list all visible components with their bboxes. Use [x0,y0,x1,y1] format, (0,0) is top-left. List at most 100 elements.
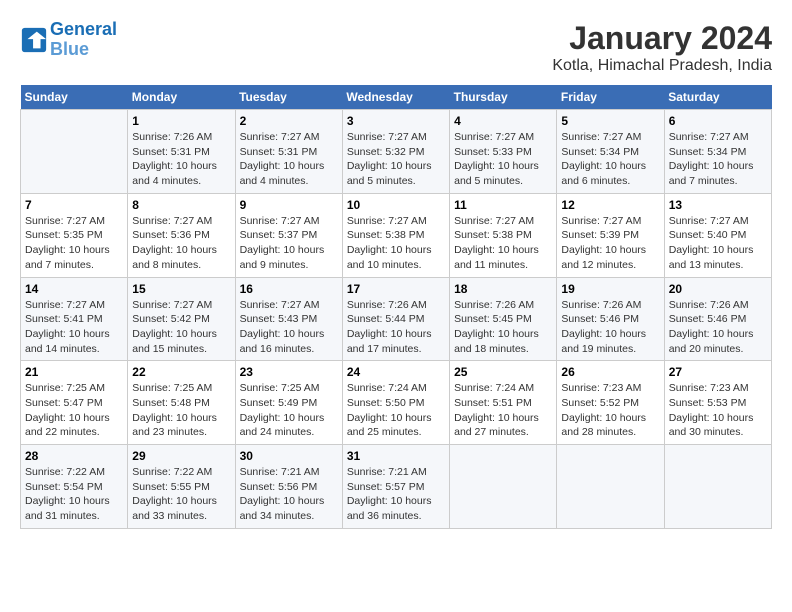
calendar-cell: 9 Sunrise: 7:27 AM Sunset: 5:37 PM Daylig… [235,193,342,277]
week-row-5: 28Sunrise: 7:22 AM Sunset: 5:54 PM Dayli… [21,445,772,529]
calendar-cell: 14 Sunrise: 7:27 AM Sunset: 5:41 PM Dayli… [21,277,128,361]
day-number: 29 [132,449,230,463]
cell-info: Sunrise: 7:27 AM Sunset: 5:37 PM Dayligh… [240,214,338,273]
calendar-cell: 17 Sunrise: 7:26 AM Sunset: 5:44 PM Dayli… [342,277,449,361]
day-number: 6 [669,114,767,128]
calendar-cell: 13Sunrise: 7:27 AM Sunset: 5:40 PM Dayli… [664,193,771,277]
week-row-2: 7Sunrise: 7:27 AM Sunset: 5:35 PM Daylig… [21,193,772,277]
day-number: 16 [240,282,338,296]
week-row-3: 14 Sunrise: 7:27 AM Sunset: 5:41 PM Dayli… [21,277,772,361]
day-number: 5 [561,114,659,128]
day-number: 10 [347,198,445,212]
week-row-4: 21Sunrise: 7:25 AM Sunset: 5:47 PM Dayli… [21,361,772,445]
day-number: 2 [240,114,338,128]
calendar-body: 1 Sunrise: 7:26 AM Sunset: 5:31 PM Daylig… [21,110,772,529]
cell-info: Sunrise: 7:26 AM Sunset: 5:46 PM Dayligh… [561,298,659,357]
page-header: General Blue January 2024 Kotla, Himacha… [20,20,772,75]
calendar-cell: 26Sunrise: 7:23 AM Sunset: 5:52 PM Dayli… [557,361,664,445]
calendar-cell: 31 Sunrise: 7:21 AM Sunset: 5:57 PM Dayli… [342,445,449,529]
calendar-cell [450,445,557,529]
calendar-cell: 28Sunrise: 7:22 AM Sunset: 5:54 PM Dayli… [21,445,128,529]
dow-wednesday: Wednesday [342,85,449,110]
calendar-cell: 29Sunrise: 7:22 AM Sunset: 5:55 PM Dayli… [128,445,235,529]
cell-info: Sunrise: 7:23 AM Sunset: 5:53 PM Dayligh… [669,381,767,440]
calendar-cell: 19 Sunrise: 7:26 AM Sunset: 5:46 PM Dayli… [557,277,664,361]
dow-friday: Friday [557,85,664,110]
cell-info: Sunrise: 7:27 AM Sunset: 5:36 PM Dayligh… [132,214,230,273]
cell-info: Sunrise: 7:27 AM Sunset: 5:40 PM Dayligh… [669,214,767,273]
day-number: 26 [561,365,659,379]
calendar-cell: 12Sunrise: 7:27 AM Sunset: 5:39 PM Dayli… [557,193,664,277]
calendar-cell: 1 Sunrise: 7:26 AM Sunset: 5:31 PM Daylig… [128,110,235,194]
calendar-cell: 11 Sunrise: 7:27 AM Sunset: 5:38 PM Dayli… [450,193,557,277]
week-row-1: 1 Sunrise: 7:26 AM Sunset: 5:31 PM Daylig… [21,110,772,194]
day-number: 9 [240,198,338,212]
calendar-cell: 2 Sunrise: 7:27 AM Sunset: 5:31 PM Daylig… [235,110,342,194]
location-title: Kotla, Himachal Pradesh, India [552,57,772,75]
day-number: 18 [454,282,552,296]
calendar-cell [21,110,128,194]
cell-info: Sunrise: 7:27 AM Sunset: 5:38 PM Dayligh… [454,214,552,273]
day-number: 19 [561,282,659,296]
cell-info: Sunrise: 7:27 AM Sunset: 5:33 PM Dayligh… [454,130,552,189]
cell-info: Sunrise: 7:24 AM Sunset: 5:51 PM Dayligh… [454,381,552,440]
calendar-cell: 18 Sunrise: 7:26 AM Sunset: 5:45 PM Dayli… [450,277,557,361]
calendar-cell: 22 Sunrise: 7:25 AM Sunset: 5:48 PM Dayli… [128,361,235,445]
cell-info: Sunrise: 7:27 AM Sunset: 5:42 PM Dayligh… [132,298,230,357]
calendar-cell [664,445,771,529]
calendar-cell: 10 Sunrise: 7:27 AM Sunset: 5:38 PM Dayli… [342,193,449,277]
cell-info: Sunrise: 7:21 AM Sunset: 5:56 PM Dayligh… [240,465,338,524]
cell-info: Sunrise: 7:27 AM Sunset: 5:38 PM Dayligh… [347,214,445,273]
cell-info: Sunrise: 7:27 AM Sunset: 5:34 PM Dayligh… [669,130,767,189]
calendar-cell: 24 Sunrise: 7:24 AM Sunset: 5:50 PM Dayli… [342,361,449,445]
calendar-cell: 21Sunrise: 7:25 AM Sunset: 5:47 PM Dayli… [21,361,128,445]
logo-line2: Blue [50,40,117,60]
cell-info: Sunrise: 7:26 AM Sunset: 5:45 PM Dayligh… [454,298,552,357]
calendar-cell: 16Sunrise: 7:27 AM Sunset: 5:43 PM Dayli… [235,277,342,361]
cell-info: Sunrise: 7:27 AM Sunset: 5:31 PM Dayligh… [240,130,338,189]
calendar-cell: 20 Sunrise: 7:26 AM Sunset: 5:46 PM Dayli… [664,277,771,361]
calendar-cell: 5Sunrise: 7:27 AM Sunset: 5:34 PM Daylig… [557,110,664,194]
day-number: 14 [25,282,123,296]
cell-info: Sunrise: 7:25 AM Sunset: 5:47 PM Dayligh… [25,381,123,440]
day-number: 17 [347,282,445,296]
day-number: 8 [132,198,230,212]
calendar-cell: 23Sunrise: 7:25 AM Sunset: 5:49 PM Dayli… [235,361,342,445]
dow-tuesday: Tuesday [235,85,342,110]
cell-info: Sunrise: 7:27 AM Sunset: 5:41 PM Dayligh… [25,298,123,357]
dow-saturday: Saturday [664,85,771,110]
calendar-cell: 15 Sunrise: 7:27 AM Sunset: 5:42 PM Dayli… [128,277,235,361]
cell-info: Sunrise: 7:26 AM Sunset: 5:31 PM Dayligh… [132,130,230,189]
day-number: 20 [669,282,767,296]
cell-info: Sunrise: 7:27 AM Sunset: 5:32 PM Dayligh… [347,130,445,189]
calendar-cell: 8 Sunrise: 7:27 AM Sunset: 5:36 PM Daylig… [128,193,235,277]
day-number: 28 [25,449,123,463]
day-number: 7 [25,198,123,212]
cell-info: Sunrise: 7:26 AM Sunset: 5:44 PM Dayligh… [347,298,445,357]
cell-info: Sunrise: 7:24 AM Sunset: 5:50 PM Dayligh… [347,381,445,440]
title-block: January 2024 Kotla, Himachal Pradesh, In… [552,20,772,75]
day-number: 30 [240,449,338,463]
calendar-cell: 7Sunrise: 7:27 AM Sunset: 5:35 PM Daylig… [21,193,128,277]
cell-info: Sunrise: 7:21 AM Sunset: 5:57 PM Dayligh… [347,465,445,524]
logo-line1: General [50,20,117,40]
dow-sunday: Sunday [21,85,128,110]
month-title: January 2024 [552,20,772,57]
calendar-cell: 4Sunrise: 7:27 AM Sunset: 5:33 PM Daylig… [450,110,557,194]
day-number: 24 [347,365,445,379]
calendar-cell: 27Sunrise: 7:23 AM Sunset: 5:53 PM Dayli… [664,361,771,445]
day-of-week-header: SundayMondayTuesdayWednesdayThursdayFrid… [21,85,772,110]
day-number: 1 [132,114,230,128]
day-number: 22 [132,365,230,379]
day-number: 12 [561,198,659,212]
calendar-cell: 3Sunrise: 7:27 AM Sunset: 5:32 PM Daylig… [342,110,449,194]
day-number: 23 [240,365,338,379]
day-number: 11 [454,198,552,212]
calendar-cell: 30 Sunrise: 7:21 AM Sunset: 5:56 PM Dayli… [235,445,342,529]
day-number: 25 [454,365,552,379]
cell-info: Sunrise: 7:26 AM Sunset: 5:46 PM Dayligh… [669,298,767,357]
dow-monday: Monday [128,85,235,110]
day-number: 15 [132,282,230,296]
day-number: 31 [347,449,445,463]
cell-info: Sunrise: 7:25 AM Sunset: 5:48 PM Dayligh… [132,381,230,440]
